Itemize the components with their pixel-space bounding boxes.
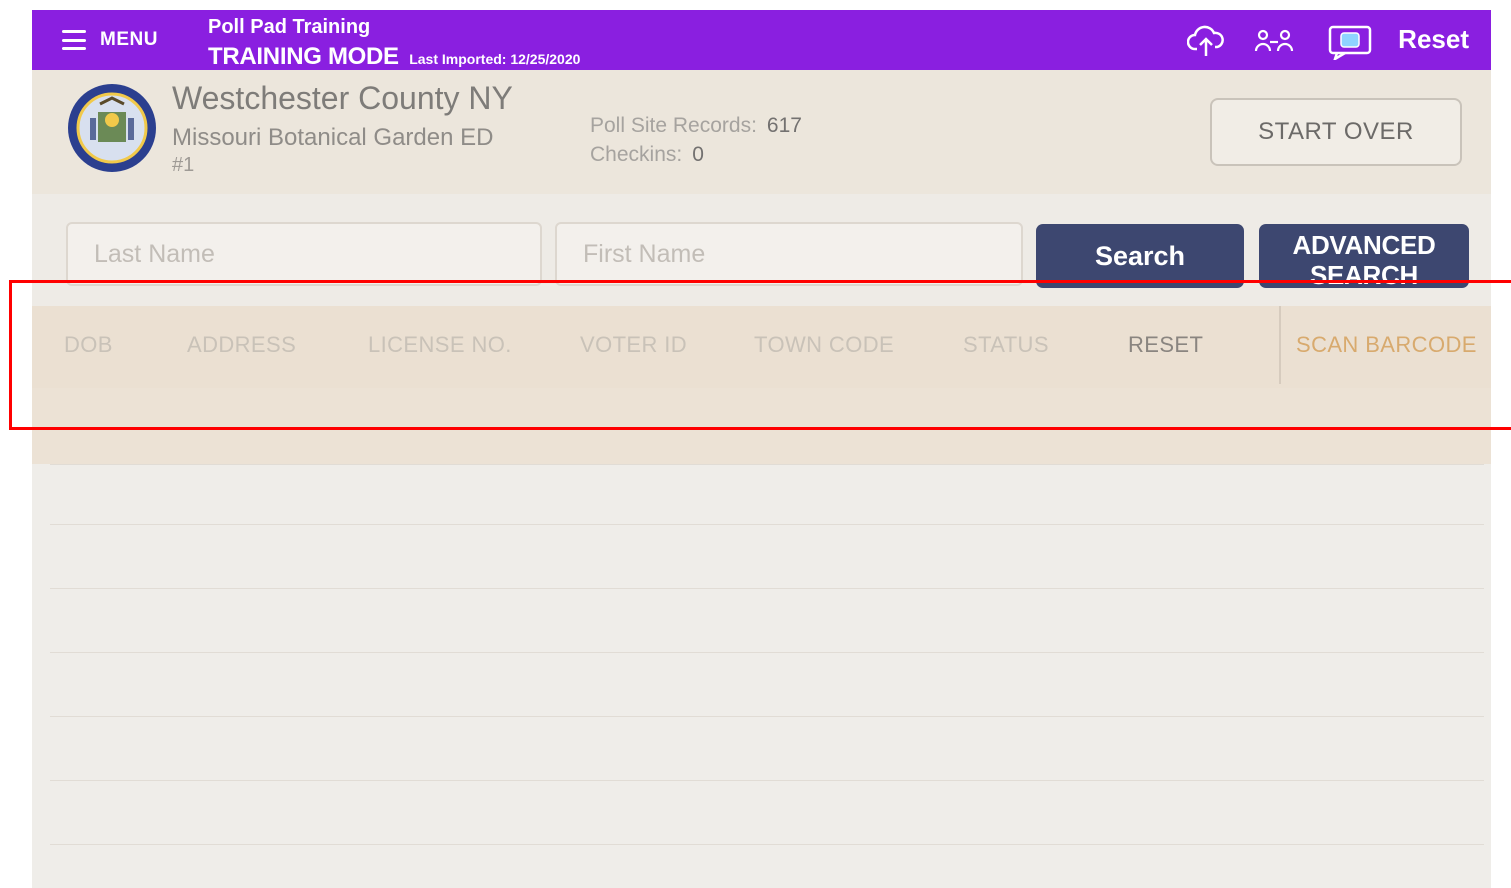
search-row: Search ADVANCED SEARCH xyxy=(32,194,1491,306)
tab-status[interactable]: STATUS xyxy=(963,332,1049,358)
scan-barcode-button[interactable]: SCAN BARCODE xyxy=(1296,332,1477,358)
reset-top-button[interactable]: Reset xyxy=(1398,24,1469,55)
poll-site-name: Missouri Botanical Garden ED xyxy=(172,124,494,151)
list-row-divider xyxy=(50,464,1484,465)
list-row-divider xyxy=(50,780,1484,781)
tab-town-code[interactable]: TOWN CODE xyxy=(754,332,894,358)
poll-site-records-label: Poll Site Records: xyxy=(590,114,757,137)
advanced-search-button[interactable]: ADVANCED SEARCH xyxy=(1259,224,1469,288)
checkins-label: Checkins: xyxy=(590,143,683,166)
list-row-divider xyxy=(50,844,1484,845)
site-header: Westchester County NY Missouri Botanical… xyxy=(32,70,1491,194)
menu-button[interactable]: MENU xyxy=(62,26,158,54)
chat-icon[interactable] xyxy=(1326,24,1374,60)
menu-label: MENU xyxy=(100,29,158,50)
poll-pad-screen: MENU Poll Pad Training TRAINING MODE Las… xyxy=(32,10,1491,888)
results-list xyxy=(32,464,1491,888)
mode-line: TRAINING MODE Last Imported: 12/25/2020 xyxy=(208,43,580,71)
checkins-value: 0 xyxy=(692,143,704,166)
tab-address[interactable]: ADDRESS xyxy=(187,332,296,358)
poll-site-records-value: 617 xyxy=(766,114,802,137)
results-header-band xyxy=(32,388,1491,464)
county-name: Westchester County NY xyxy=(172,80,513,116)
last-name-input[interactable] xyxy=(66,222,542,286)
hamburger-icon xyxy=(62,30,86,50)
app-title: Poll Pad Training xyxy=(208,16,371,38)
cloud-upload-icon[interactable] xyxy=(1186,24,1226,60)
top-bar: MENU Poll Pad Training TRAINING MODE Las… xyxy=(32,10,1491,70)
poll-site-records: Poll Site Records: 617 xyxy=(590,114,802,138)
poll-site-number: #1 xyxy=(172,154,195,176)
checkins-count: Checkins: 0 xyxy=(590,143,704,167)
tab-license-no[interactable]: LICENSE NO. xyxy=(368,332,512,358)
users-swap-icon[interactable] xyxy=(1254,24,1294,60)
filter-divider xyxy=(1279,306,1281,384)
filter-tabs: DOB ADDRESS LICENSE NO. VOTER ID TOWN CO… xyxy=(32,306,1491,388)
list-row-divider xyxy=(50,524,1484,525)
tab-voter-id[interactable]: VOTER ID xyxy=(580,332,687,358)
search-button[interactable]: Search xyxy=(1036,224,1244,288)
advanced-search-label: ADVANCED SEARCH xyxy=(1292,230,1436,288)
filter-reset-button[interactable]: RESET xyxy=(1128,332,1203,358)
start-over-button[interactable]: START OVER xyxy=(1210,98,1462,166)
training-mode-label: TRAINING MODE xyxy=(208,43,399,70)
list-row-divider xyxy=(50,588,1484,589)
tab-dob[interactable]: DOB xyxy=(64,332,113,358)
list-row-divider xyxy=(50,652,1484,653)
list-row-divider xyxy=(50,716,1484,717)
last-imported-label: Last Imported: 12/25/2020 xyxy=(409,51,581,67)
first-name-input[interactable] xyxy=(555,222,1023,286)
state-seal-icon xyxy=(66,82,158,174)
